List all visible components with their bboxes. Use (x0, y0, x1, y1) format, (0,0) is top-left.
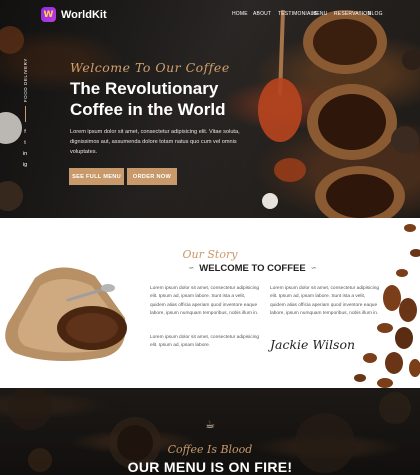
story-paragraph-left: Lorem ipsum dolor sit amet, consectetur … (150, 286, 260, 317)
twitter-icon[interactable]: t (24, 138, 26, 149)
linkedin-icon[interactable]: in (23, 149, 27, 160)
nav-item-blog[interactable]: BLOG (368, 11, 383, 17)
nav-item-menu[interactable]: MENU (312, 11, 328, 17)
hero-title: The Revolutionary Coffee in the World (70, 79, 226, 119)
our-story-section: Our Story ∽ WELCOME TO COFFEE ∽ Lorem ip… (0, 218, 420, 388)
order-now-button[interactable]: ORDER NOW (127, 168, 177, 185)
instagram-icon[interactable]: ig (23, 160, 27, 171)
menu-script-heading: Coffee Is Blood (167, 443, 253, 456)
social-sidebar: FOOD DELIVERY f t in ig (20, 58, 30, 171)
story-paragraph-left-2: Lorem ipsum dolor sit amet, consectetur … (150, 335, 260, 349)
coffee-sack-image (5, 267, 127, 362)
nav-item-home[interactable]: HOME (232, 11, 248, 17)
facebook-icon[interactable]: f (24, 127, 26, 138)
hero-script-heading: Welcome To Our Coffee (70, 60, 230, 75)
hero-section: W WorldKit HOME ABOUT TESTIMONIALS MENU … (0, 0, 420, 218)
menu-section: ☕ Coffee Is Blood OUR MENU IS ON FIRE! (0, 388, 420, 475)
nav-item-about[interactable]: ABOUT (253, 11, 271, 17)
coffee-cup-icon: ☕ (205, 418, 215, 431)
hero-description: Lorem ipsum dolor sit amet, consectetur … (70, 129, 240, 155)
brand-name: WorldKit (61, 8, 107, 21)
sidebar-divider (24, 106, 26, 123)
see-full-menu-button[interactable]: SEE FULL MENU (69, 168, 124, 185)
food-delivery-label: FOOD DELIVERY (22, 58, 28, 103)
story-title-row: ∽ WELCOME TO COFFEE ∽ (188, 262, 317, 274)
brand-logo[interactable]: W WorldKit (41, 7, 107, 22)
logo-icon: W (41, 7, 56, 22)
story-title: WELCOME TO COFFEE (199, 262, 306, 274)
nav-item-reservation[interactable]: RESERVATION (334, 11, 371, 17)
coffee-beans-image (354, 224, 420, 388)
menu-title: OUR MENU IS ON FIRE! (127, 459, 293, 475)
right-flourish-icon: ∽ (310, 264, 317, 272)
left-flourish-icon: ∽ (188, 264, 195, 272)
